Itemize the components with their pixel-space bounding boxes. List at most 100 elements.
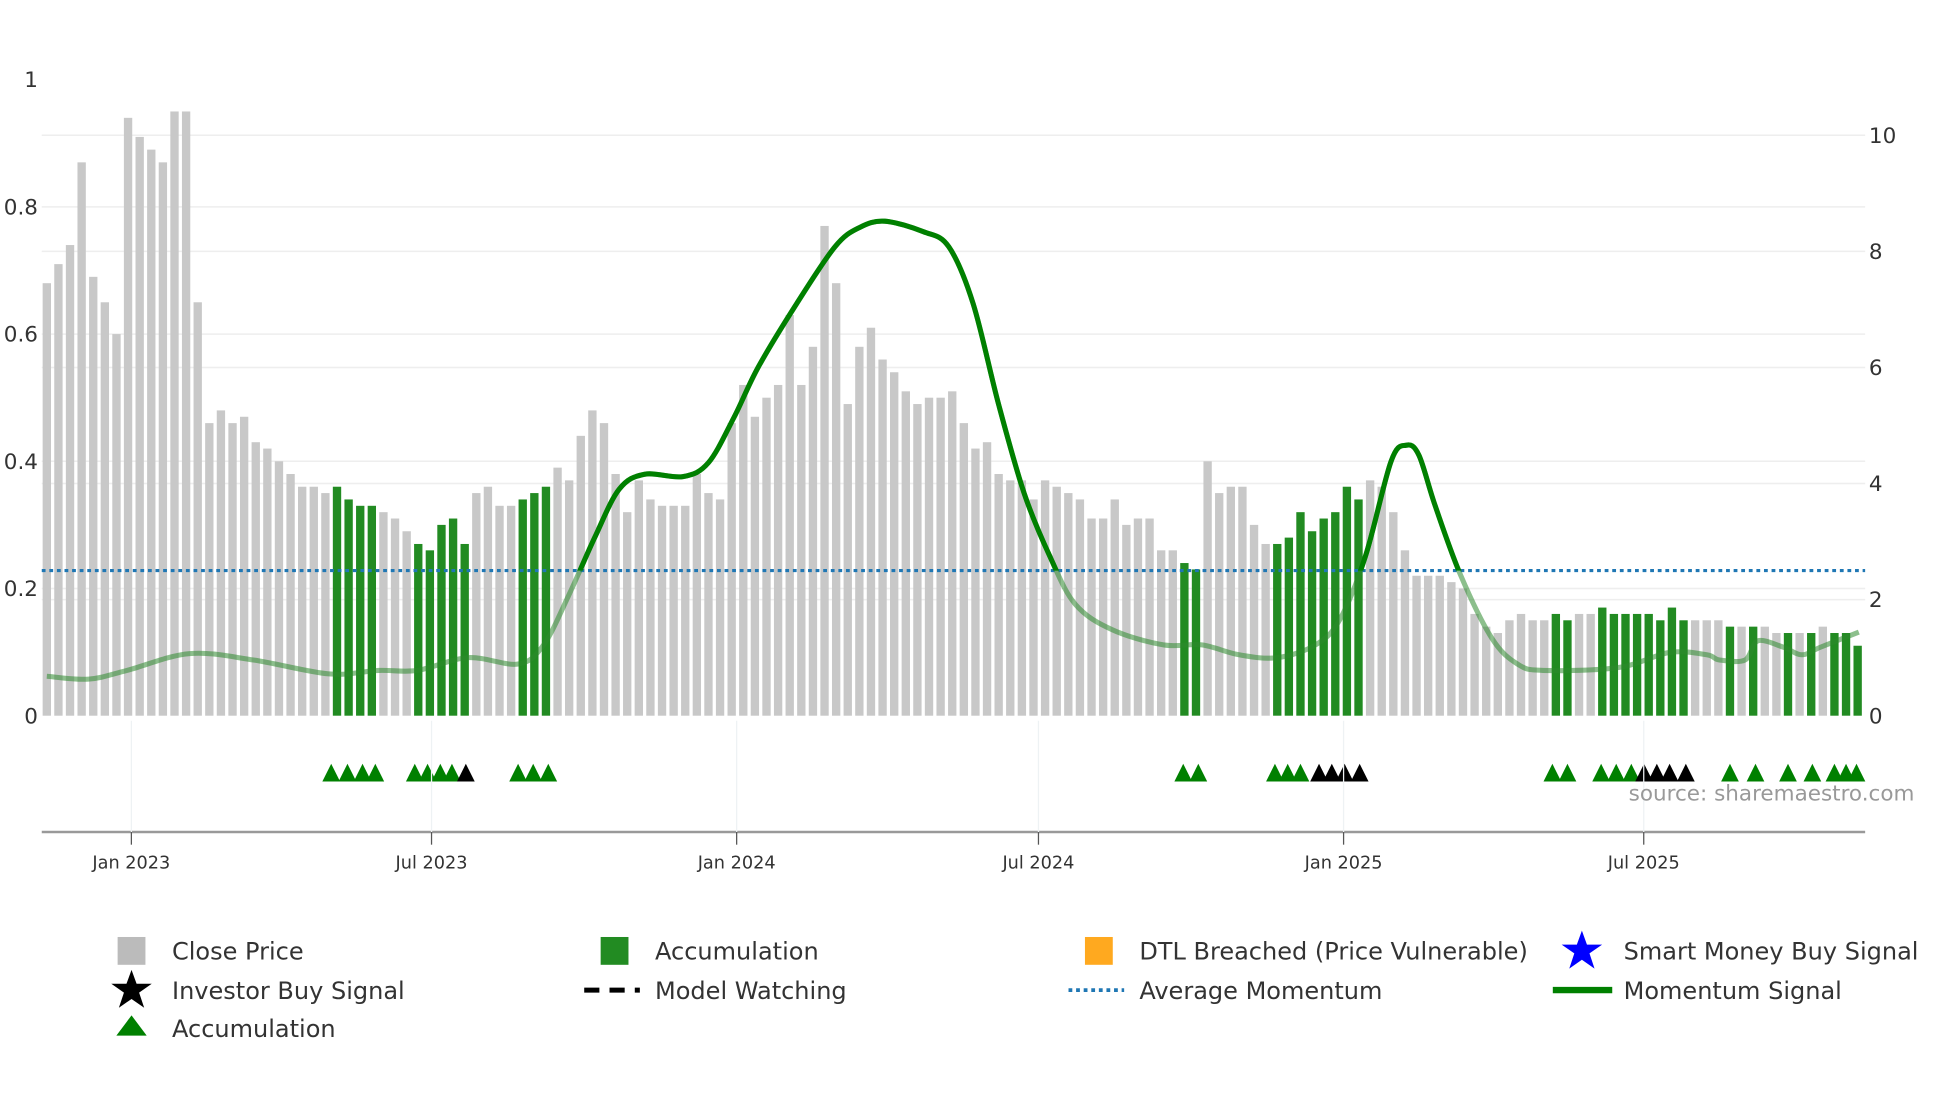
accumulation-bar — [356, 505, 365, 716]
accumulation-bar — [1841, 633, 1851, 716]
close-price-bar — [843, 404, 852, 716]
legend-model-watching[interactable]: Model Watching — [584, 977, 847, 1005]
close-price-bar — [1737, 626, 1746, 716]
close-price-bar — [588, 410, 597, 716]
dtl-swatch — [1084, 936, 1113, 965]
close-price-bar — [390, 518, 400, 716]
legend: Close Price Accumulation DTL Breached (P… — [111, 930, 1919, 1043]
close-price-bar — [762, 397, 771, 716]
close-price-bar — [773, 384, 783, 716]
left-y-axis: 0 0.2 0.4 0.6 0.8 1 — [4, 68, 38, 729]
close-price-bar — [1006, 480, 1015, 716]
accumulation-bar — [530, 493, 539, 716]
close-price-bar — [634, 480, 643, 716]
close-price-bar — [1400, 550, 1410, 716]
accumulation-bar — [1644, 613, 1653, 716]
accumulation-marker — [1558, 763, 1577, 782]
source-label: source: sharemaestro.com — [1629, 781, 1915, 806]
accumulation-marker — [366, 763, 385, 782]
close-price-bar — [321, 493, 330, 716]
accumulation-bar — [1284, 537, 1294, 716]
accumulation-bar — [1331, 512, 1340, 716]
close-price-bar — [611, 474, 620, 716]
close-price-bar — [1458, 588, 1468, 716]
close-price-bar — [1389, 512, 1398, 716]
accumulation-marker — [1721, 763, 1739, 782]
legend-label: Investor Buy Signal — [172, 977, 405, 1005]
close-price-bar — [1795, 633, 1804, 716]
close-price-bar — [1377, 486, 1386, 716]
blue-star-icon — [1561, 930, 1603, 969]
close-price-bar — [1365, 480, 1375, 716]
close-price-bars — [42, 111, 1862, 716]
legend-label: Accumulation — [655, 938, 819, 966]
close-price-bar — [135, 136, 144, 716]
close-price-bar — [1203, 461, 1212, 716]
close-price-bar — [1482, 626, 1491, 716]
legend-smart-money[interactable]: Smart Money Buy Signal — [1561, 930, 1919, 969]
y-right-tick-label: 6 — [1869, 356, 1883, 381]
x-tick-label: Jul 2023 — [395, 854, 468, 874]
accumulation-bar — [1807, 633, 1816, 716]
close-price-bar — [878, 359, 887, 716]
close-price-bar — [901, 391, 910, 716]
close-price-bar — [797, 384, 806, 716]
x-tick-label: Jul 2025 — [1607, 854, 1680, 874]
x-tick-label: Jul 2024 — [1001, 854, 1074, 874]
legend-label: Average Momentum — [1139, 977, 1382, 1005]
close-price-bar — [286, 474, 295, 716]
close-price-bar — [506, 505, 516, 716]
accumulation-marker — [1543, 763, 1562, 782]
accumulation-bar — [1656, 620, 1665, 716]
close-price-bar — [1064, 493, 1073, 716]
accumulation-bar — [541, 486, 551, 716]
close-price-bar — [739, 384, 748, 716]
y-right-tick-label: 0 — [1869, 704, 1883, 729]
close-price-bar — [147, 149, 156, 716]
x-tick-label: Jan 2025 — [1304, 854, 1383, 874]
legend-investor-buy[interactable]: Investor Buy Signal — [111, 969, 405, 1008]
y-right-tick-label: 2 — [1869, 588, 1883, 613]
close-price-bar — [1435, 575, 1444, 716]
legend-close-price[interactable]: Close Price — [117, 936, 304, 966]
close-price-bar — [1470, 613, 1479, 716]
legend-momentum-signal[interactable]: Momentum Signal — [1552, 977, 1842, 1005]
y-left-tick-label: 1 — [24, 68, 38, 93]
accumulation-marker — [509, 763, 527, 782]
legend-average-momentum[interactable]: Average Momentum — [1068, 977, 1383, 1005]
close-price-bar — [54, 264, 63, 716]
close-price-bar — [89, 276, 98, 716]
close-price-bar — [402, 531, 411, 716]
accumulation-marker — [1174, 763, 1193, 782]
close-price-bar — [646, 499, 655, 716]
legend-accumulation-marker[interactable]: Accumulation — [116, 1015, 336, 1043]
accumulation-marker — [1779, 763, 1797, 782]
close-price-bar — [982, 442, 992, 716]
investor-buy-marker — [1350, 763, 1369, 782]
y-left-tick-label: 0.8 — [4, 195, 38, 220]
y-left-tick-label: 0.6 — [4, 323, 38, 348]
legend-accumulation-bar[interactable]: Accumulation — [600, 936, 819, 966]
close-price-bar — [1122, 524, 1131, 716]
close-price-bar — [309, 486, 318, 716]
legend-label: Close Price — [172, 938, 304, 966]
accumulation-bar — [1563, 620, 1572, 716]
accumulation-bar — [1319, 518, 1328, 716]
accumulation-bar — [1551, 613, 1561, 716]
legend-dtl-breached[interactable]: DTL Breached (Price Vulnerable) — [1084, 936, 1528, 966]
black-star-icon — [111, 969, 152, 1008]
close-price-bar — [170, 111, 179, 716]
close-price-bar — [1447, 582, 1456, 716]
close-price-bar — [77, 162, 86, 716]
close-price-bar — [123, 117, 133, 716]
close-price-swatch — [117, 936, 146, 965]
close-price-bar — [831, 283, 841, 716]
close-price-bar — [948, 391, 957, 716]
close-price-bar — [158, 162, 168, 716]
close-price-bar — [1423, 575, 1433, 716]
close-price-bar — [913, 404, 922, 716]
accumulation-bar — [1307, 531, 1317, 716]
close-price-bar — [1226, 486, 1235, 716]
y-left-tick-label: 0 — [24, 704, 38, 729]
accumulation-marker — [539, 763, 558, 782]
